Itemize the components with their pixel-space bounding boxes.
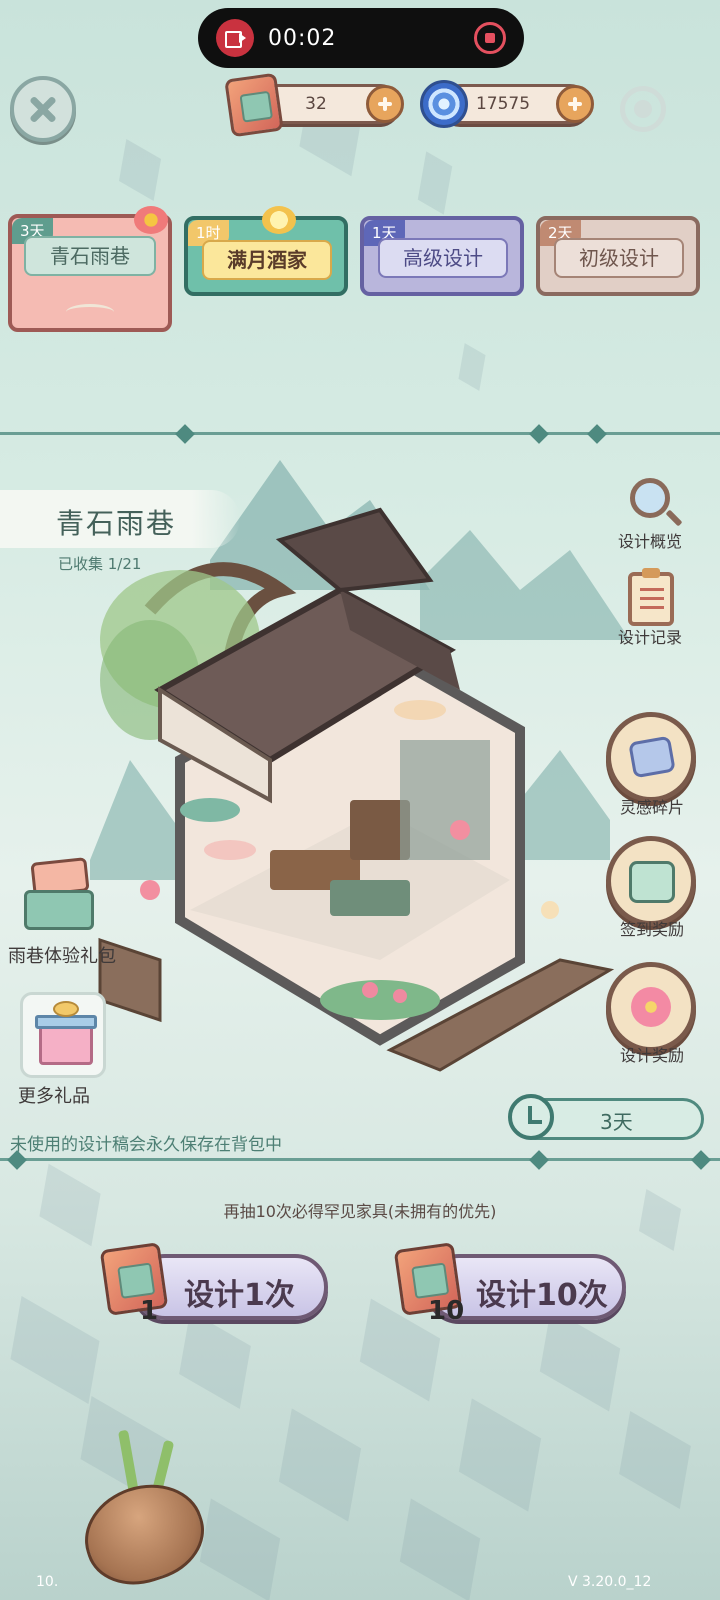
section-divider [0, 432, 720, 435]
checkin-reward-button[interactable] [606, 836, 696, 926]
divider-diamond [691, 1150, 711, 1170]
screen-recorder-pill: 00:02 [198, 8, 524, 68]
bg-diamond [539, 1308, 621, 1412]
design-overview-label[interactable]: 设计概览 [600, 528, 700, 552]
design-reward-button[interactable] [606, 962, 696, 1052]
backpack-save-note: 未使用的设计稿会永久保存在背包中 [10, 1135, 282, 1155]
bg-diamond [118, 139, 162, 201]
inspiration-fragments-label: 灵感碎片 [619, 798, 684, 817]
bg-diamond [10, 1296, 100, 1404]
moon-decoration-icon [262, 206, 296, 234]
design-once-cost: 1 [140, 1296, 159, 1326]
swirl-currency-icon [420, 80, 468, 128]
design-scroll-icon [224, 72, 284, 138]
stop-recording-button[interactable] [474, 22, 506, 54]
recording-time: 00:02 [268, 25, 337, 51]
tab-label: 高级设计 [378, 238, 508, 278]
section-divider [0, 1158, 720, 1161]
tab-advanced-design[interactable]: 1天 高级设计 [360, 216, 524, 296]
design-ten-times-cost: 10 [428, 1296, 465, 1326]
theme-title: 青石雨巷 [56, 507, 177, 540]
tab-label: 满月酒家 [202, 240, 332, 280]
more-gifts-button[interactable] [20, 992, 106, 1078]
close-button[interactable] [10, 76, 76, 142]
collection-progress: 已收集 1/21 [58, 555, 142, 573]
add-swirl-button[interactable] [556, 85, 594, 123]
settings-icon[interactable] [620, 86, 666, 132]
bg-diamond [199, 1498, 281, 1600]
design-ten-times-label: 设计10次 [476, 1278, 608, 1313]
clock-icon [508, 1094, 554, 1140]
tab-basic-design[interactable]: 2天 初级设计 [536, 216, 700, 296]
footer-left-text: 10. [36, 1574, 59, 1590]
tab-label: 初级设计 [554, 238, 684, 278]
bg-diamond [179, 1311, 251, 1409]
magnifier-icon[interactable] [630, 478, 670, 518]
lotus-icon [631, 987, 671, 1027]
trial-gift-pack-label[interactable]: 雨巷体验礼包 [8, 942, 116, 968]
tab-ornament [66, 304, 114, 320]
trial-gift-pack-button[interactable] [24, 857, 94, 930]
tab-label: 青石雨巷 [24, 236, 156, 276]
event-timer-text: 3天 [600, 1110, 633, 1134]
checkin-reward-label: 签到奖励 [619, 920, 684, 939]
bg-diamond [399, 1498, 481, 1600]
lotus-decoration-icon [134, 206, 168, 234]
clipboard-icon[interactable] [628, 568, 674, 626]
gift-box-icon [24, 890, 94, 930]
bg-diamond [458, 1398, 542, 1512]
more-gifts-label[interactable]: 更多礼品 [18, 1082, 90, 1108]
pity-hint: 再抽10次必得罕见家具(未拥有的优先) [223, 1202, 497, 1221]
inspiration-fragments-button[interactable] [606, 712, 696, 802]
version-text: V 3.20.0_12 [568, 1574, 652, 1590]
map-fragment-icon [628, 735, 676, 779]
add-scroll-button[interactable] [366, 85, 404, 123]
design-once-label: 设计1次 [184, 1278, 295, 1313]
bg-diamond [278, 1408, 362, 1522]
paper-umbrella-decoration [72, 1469, 216, 1599]
gift-bow-icon [53, 1001, 79, 1017]
calendar-icon [629, 861, 675, 903]
bg-diamond [458, 343, 486, 391]
design-records-label[interactable]: 设计记录 [600, 624, 700, 648]
design-reward-label: 设计奖励 [619, 1046, 684, 1065]
divider-diamond [529, 1150, 549, 1170]
video-camera-icon [216, 19, 254, 57]
gift-lid-icon [35, 1015, 97, 1029]
bg-diamond [619, 1411, 691, 1509]
bg-diamond [417, 151, 453, 215]
gift-box-icon [39, 1025, 93, 1065]
